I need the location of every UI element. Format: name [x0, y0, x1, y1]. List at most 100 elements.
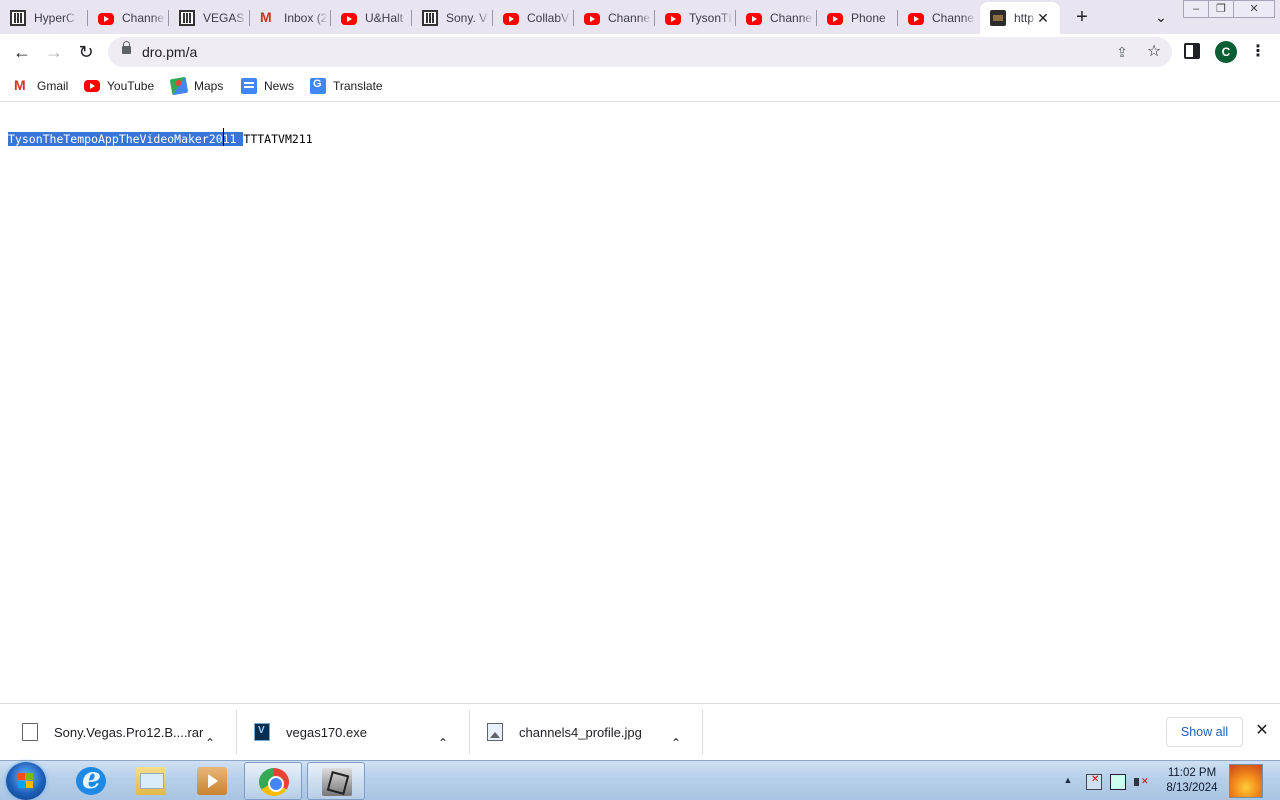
window-close-button[interactable]: ✕: [1233, 0, 1275, 18]
news-icon: [241, 78, 257, 94]
gmail-icon: M: [260, 9, 272, 25]
tab[interactable]: Sony. V: [412, 4, 493, 32]
download-shelf: Sony.Vegas.Pro12.B....rar ⌃ vegas170.exe…: [0, 703, 1280, 760]
youtube-icon: [503, 13, 519, 25]
page-text[interactable]: TTTATVM211: [243, 132, 312, 146]
side-panel-icon[interactable]: [1184, 43, 1200, 59]
tab[interactable]: Phone: [817, 4, 898, 32]
network-icon[interactable]: [1110, 774, 1126, 790]
maximize-button[interactable]: ❐: [1208, 0, 1234, 18]
bookmarks-bar: Gmail YouTube Maps News Translate: [0, 70, 1280, 102]
download-item[interactable]: vegas170.exe: [254, 712, 367, 752]
tab-title: CollabV: [527, 11, 570, 25]
bookmark-youtube[interactable]: YouTube: [84, 76, 154, 96]
reload-button[interactable]: ↻: [74, 40, 98, 64]
taskbar-item-media-player[interactable]: [183, 762, 241, 800]
new-tab-button[interactable]: +: [1072, 7, 1092, 27]
tab[interactable]: Channe: [736, 4, 817, 32]
tab[interactable]: VEGAS: [169, 4, 250, 32]
text-cursor-icon: [223, 128, 228, 146]
chrome-icon: [259, 768, 289, 796]
taskbar: ▲ 11:02 PM 8/13/2024: [0, 760, 1280, 800]
tab-title: HyperC: [34, 11, 75, 25]
tab-title: http: [1014, 11, 1035, 25]
lock-icon[interactable]: [122, 41, 131, 54]
clock[interactable]: 11:02 PM 8/13/2024: [1160, 766, 1224, 796]
start-button[interactable]: [6, 762, 46, 800]
action-center-icon[interactable]: [1086, 774, 1102, 790]
back-button[interactable]: ←: [10, 40, 34, 64]
clock-time: 11:02 PM: [1167, 767, 1217, 779]
download-options-chevron-icon[interactable]: ⌃: [438, 723, 448, 763]
download-options-chevron-icon[interactable]: ⌃: [205, 723, 215, 763]
bookmark-label: Translate: [333, 79, 383, 93]
bars-icon: [422, 10, 438, 26]
vegas-icon: [254, 723, 270, 741]
volume-muted-icon[interactable]: [1134, 774, 1150, 790]
bars-icon: [10, 10, 26, 26]
tab[interactable]: Channe: [88, 4, 169, 32]
bookmark-label: Maps: [194, 79, 224, 93]
taskbar-item-chrome[interactable]: [244, 762, 302, 800]
youtube-icon: [665, 13, 681, 25]
bookmark-gmail[interactable]: Gmail: [14, 76, 68, 96]
youtube-icon: [746, 13, 762, 25]
menu-icon[interactable]: ⋮: [1250, 42, 1266, 62]
internet-explorer-icon: [76, 761, 106, 796]
taskbar-item-ie[interactable]: [62, 761, 120, 800]
close-tab-icon[interactable]: ✕: [1036, 11, 1050, 25]
bookmark-news[interactable]: News: [241, 76, 294, 96]
bookmark-label: Gmail: [37, 79, 69, 93]
tab-title: Channe: [932, 11, 975, 25]
close-shelf-icon[interactable]: ✕: [1254, 723, 1270, 739]
folder-icon: [136, 767, 166, 795]
tab-title: TysonTI: [689, 11, 732, 25]
clock-date: 8/13/2024: [1166, 782, 1218, 794]
tab-title: U&Halt: [365, 11, 404, 25]
tab[interactable]: Channe: [898, 4, 979, 32]
show-all-button[interactable]: Show all: [1166, 717, 1243, 747]
bookmark-translate[interactable]: Translate: [310, 76, 383, 96]
download-item[interactable]: Sony.Vegas.Pro12.B....rar: [22, 712, 203, 752]
taskbar-item-explorer[interactable]: [122, 762, 180, 800]
taskbar-item-app[interactable]: [307, 762, 365, 800]
forward-button[interactable]: →: [42, 40, 66, 64]
url-text[interactable]: dro.pm/a: [142, 44, 197, 60]
divider: [702, 710, 703, 754]
translate-icon: [310, 78, 326, 94]
bookmark-star-icon[interactable]: ☆: [1145, 43, 1163, 61]
selected-text[interactable]: TysonTheTempoAppTheVideoMaker2011: [8, 132, 244, 146]
bars-icon: [179, 10, 195, 26]
show-desktop-button[interactable]: [1229, 764, 1263, 798]
tab[interactable]: TysonTI: [655, 4, 736, 32]
youtube-icon: [827, 13, 843, 25]
show-hidden-icons-icon[interactable]: ▲: [1063, 775, 1073, 785]
plain-text[interactable]: TysonTheTempoAppTheVideoMaker2011 TTTATV…: [8, 131, 313, 147]
bookmark-maps[interactable]: Maps: [169, 76, 224, 96]
tab[interactable]: CollabV: [493, 4, 574, 32]
gmail-icon: [14, 77, 30, 94]
youtube-icon: [584, 13, 600, 25]
avatar[interactable]: C: [1215, 41, 1237, 63]
tab[interactable]: M Inbox (2: [250, 4, 331, 32]
maps-icon: [169, 76, 189, 96]
download-name: Sony.Vegas.Pro12.B....rar: [54, 724, 204, 740]
tab[interactable]: Channe: [574, 4, 655, 32]
app-icon: [322, 768, 352, 796]
download-options-chevron-icon[interactable]: ⌃: [671, 723, 681, 763]
share-icon[interactable]: ⇪: [1113, 43, 1131, 61]
address-bar[interactable]: dro.pm/a ⇪ ☆: [108, 37, 1172, 67]
tab-search-icon[interactable]: ⌄: [1152, 8, 1170, 26]
page-icon: [990, 10, 1006, 26]
tab[interactable]: HyperC: [0, 4, 88, 32]
minimize-button[interactable]: –: [1183, 0, 1209, 18]
tab-title: Channe: [608, 11, 651, 25]
tab-strip: HyperC Channe VEGAS M Inbox (2 U&Halt So…: [0, 0, 1280, 34]
tab-title: Sony. V: [446, 11, 488, 25]
tab-active[interactable]: http ✕: [980, 2, 1060, 34]
tab[interactable]: U&Halt: [331, 4, 412, 32]
divider: [469, 710, 470, 754]
page-content: TysonTheTempoAppTheVideoMaker2011 TTTATV…: [0, 103, 1280, 703]
tab-title: Inbox (2: [284, 11, 328, 25]
download-item[interactable]: channels4_profile.jpg: [487, 712, 642, 752]
